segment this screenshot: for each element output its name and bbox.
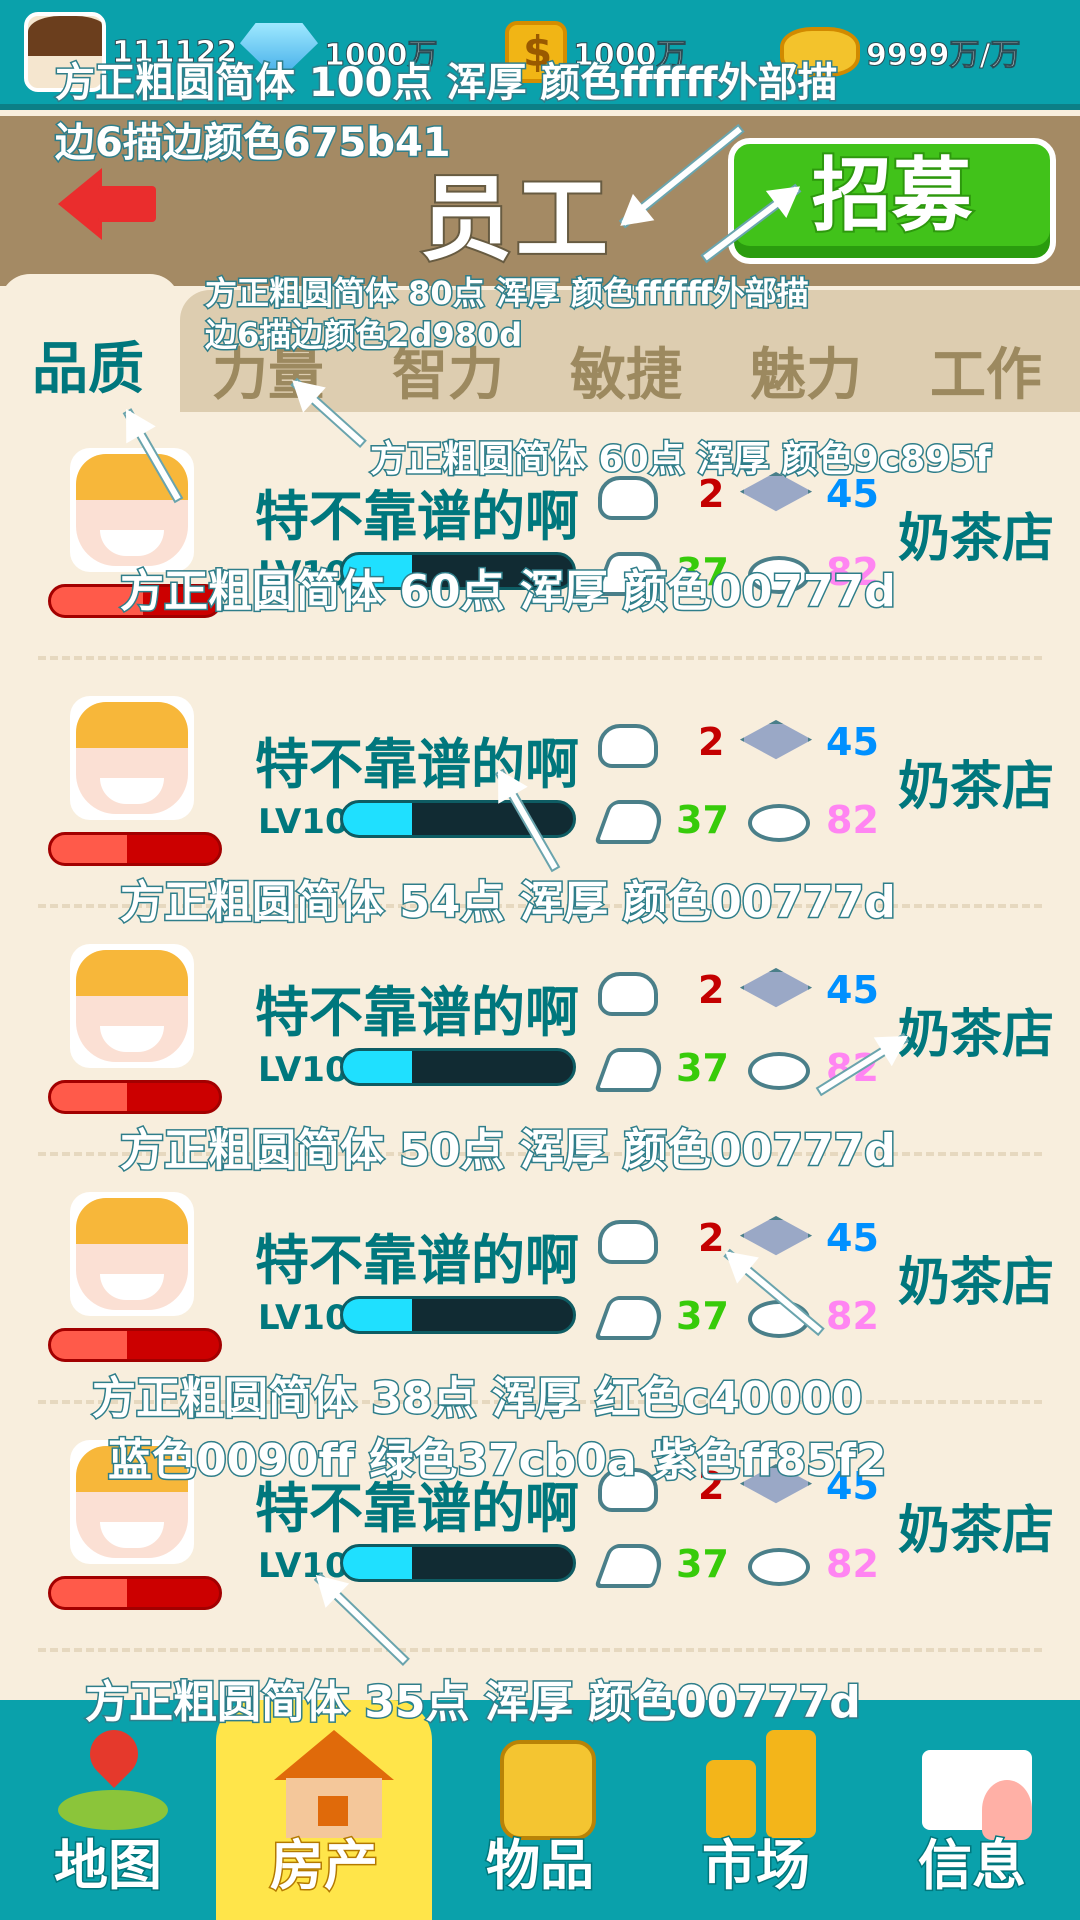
- row-divider: [38, 1648, 1042, 1652]
- xp-bar: [340, 1544, 576, 1582]
- employee-level: LV10: [258, 1298, 349, 1338]
- quality-bar: [48, 1080, 222, 1114]
- xp-bar-fill: [343, 1547, 412, 1579]
- nav-market-label: 市场: [701, 1833, 812, 1899]
- xp-bar-fill: [343, 1051, 412, 1083]
- lips-icon: [748, 804, 810, 842]
- back-button[interactable]: [58, 168, 158, 240]
- shoe-icon: [593, 800, 671, 844]
- annotation-workplace: 方正粗圆简体 50点 浑厚 颜色00777d: [119, 1124, 898, 1178]
- nav-property-label: 房产: [269, 1833, 380, 1899]
- tab-agility[interactable]: 敏捷: [570, 330, 682, 411]
- shoe-icon: [593, 1048, 671, 1092]
- tab-work[interactable]: 工作: [930, 330, 1042, 411]
- annotation-stats-line2: 蓝色0090ff 绿色37cb0a 紫色ff85f2: [107, 1434, 888, 1488]
- employee-name: 特不靠谱的啊: [255, 485, 579, 548]
- annotation-recruit-line2: 边6描边颜色2d980d: [203, 315, 523, 356]
- quality-bar-fill: [51, 835, 127, 863]
- xp-bar: [340, 1048, 576, 1086]
- agility-value: 37: [676, 1542, 729, 1586]
- annotation-name: 方正粗圆简体 54点 浑厚 颜色00777d: [119, 876, 898, 930]
- lips-icon: [748, 1052, 810, 1090]
- charm-value: 82: [826, 798, 879, 842]
- quality-bar-fill: [51, 1331, 127, 1359]
- charm-value: 82: [826, 1294, 879, 1338]
- house-icon: [274, 1730, 394, 1838]
- employee-name: 特不靠谱的啊: [255, 981, 579, 1044]
- annotation-stats-line1: 方正粗圆简体 38点 浑厚 红色c40000: [90, 1372, 863, 1426]
- annotation-recruit-line1: 方正粗圆简体 80点 浑厚 颜色ffffff外部描: [204, 273, 811, 314]
- intelligence-value: 45: [826, 968, 879, 1012]
- gold-count: 9999万/万: [865, 38, 1021, 74]
- nav-info[interactable]: 信息: [864, 1700, 1080, 1920]
- employee-workplace: 奶茶店: [898, 509, 1055, 569]
- quality-bar: [48, 1576, 222, 1610]
- backpack-icon: [490, 1730, 596, 1840]
- nav-property[interactable]: 房产: [216, 1700, 432, 1920]
- shoe-icon: [593, 1296, 671, 1340]
- fist-icon: [598, 476, 658, 520]
- agility-value: 37: [676, 1046, 729, 1090]
- xp-bar-fill: [343, 1299, 412, 1331]
- bottom-nav: 地图 房产 物品 市场 信息: [0, 1700, 1080, 1920]
- xp-bar: [340, 1296, 576, 1334]
- employee-workplace: 奶茶店: [898, 1253, 1055, 1313]
- quality-bar-fill: [51, 1579, 127, 1607]
- agility-value: 37: [676, 798, 729, 842]
- quality-bar-fill: [51, 1083, 127, 1111]
- fist-icon: [598, 1220, 658, 1264]
- nav-items[interactable]: 物品: [432, 1700, 648, 1920]
- intelligence-value: 45: [826, 720, 879, 764]
- strength-value: 2: [698, 1216, 725, 1260]
- agility-value: 37: [676, 1294, 729, 1338]
- nav-map[interactable]: 地图: [0, 1700, 216, 1920]
- charm-value: 82: [826, 1542, 879, 1586]
- lips-icon: [748, 1548, 810, 1586]
- employee-avatar: [70, 448, 194, 572]
- employee-name: 特不靠谱的啊: [255, 733, 579, 796]
- graduation-cap-icon: [740, 968, 812, 1008]
- fist-icon: [598, 972, 658, 1016]
- back-arrow-icon: [58, 168, 102, 240]
- annotation-tabs: 方正粗圆简体 60点 浑厚 颜色9c895f: [369, 438, 993, 482]
- employee-workplace: 奶茶店: [898, 1005, 1055, 1065]
- mail-icon: [922, 1730, 1032, 1840]
- tab-charm[interactable]: 魅力: [750, 330, 862, 411]
- employee-avatar: [70, 696, 194, 820]
- xp-bar: [340, 800, 576, 838]
- annotation-title-line2: 边6描边颜色675b41: [54, 119, 453, 168]
- nav-items-label: 物品: [485, 1833, 596, 1899]
- nav-map-label: 地图: [53, 1833, 164, 1899]
- quality-bar: [48, 1328, 222, 1362]
- nav-market[interactable]: 市场: [648, 1700, 864, 1920]
- employee-name: 特不靠谱的啊: [255, 1229, 579, 1292]
- employee-level: LV10: [258, 1050, 349, 1090]
- xp-bar-fill: [343, 803, 412, 835]
- strength-value: 2: [698, 968, 725, 1012]
- fist-icon: [598, 724, 658, 768]
- quality-bar: [48, 832, 222, 866]
- employee-workplace: 奶茶店: [898, 757, 1055, 817]
- employee-avatar: [70, 944, 194, 1068]
- annotation-level: 方正粗圆简体 35点 浑厚 颜色00777d: [84, 1676, 863, 1730]
- strength-value: 2: [698, 720, 725, 764]
- employee-avatar: [70, 1192, 194, 1316]
- graduation-cap-icon: [740, 720, 812, 760]
- nav-info-label: 信息: [917, 1833, 1028, 1899]
- employee-level: LV10: [258, 802, 349, 842]
- shoe-icon: [593, 1544, 671, 1588]
- map-pin-icon: [58, 1720, 168, 1830]
- tab-quality[interactable]: 品质: [0, 274, 180, 424]
- tab-quality-label: 品质: [32, 337, 144, 402]
- employee-workplace: 奶茶店: [898, 1501, 1055, 1561]
- annotation-quality: 方正粗圆简体 60点 浑厚 颜色00777d: [119, 565, 898, 619]
- annotation-title-line1: 方正粗圆简体 100点 浑厚 颜色ffffff外部描: [53, 59, 838, 108]
- market-icon: [706, 1730, 816, 1838]
- intelligence-value: 45: [826, 1216, 879, 1260]
